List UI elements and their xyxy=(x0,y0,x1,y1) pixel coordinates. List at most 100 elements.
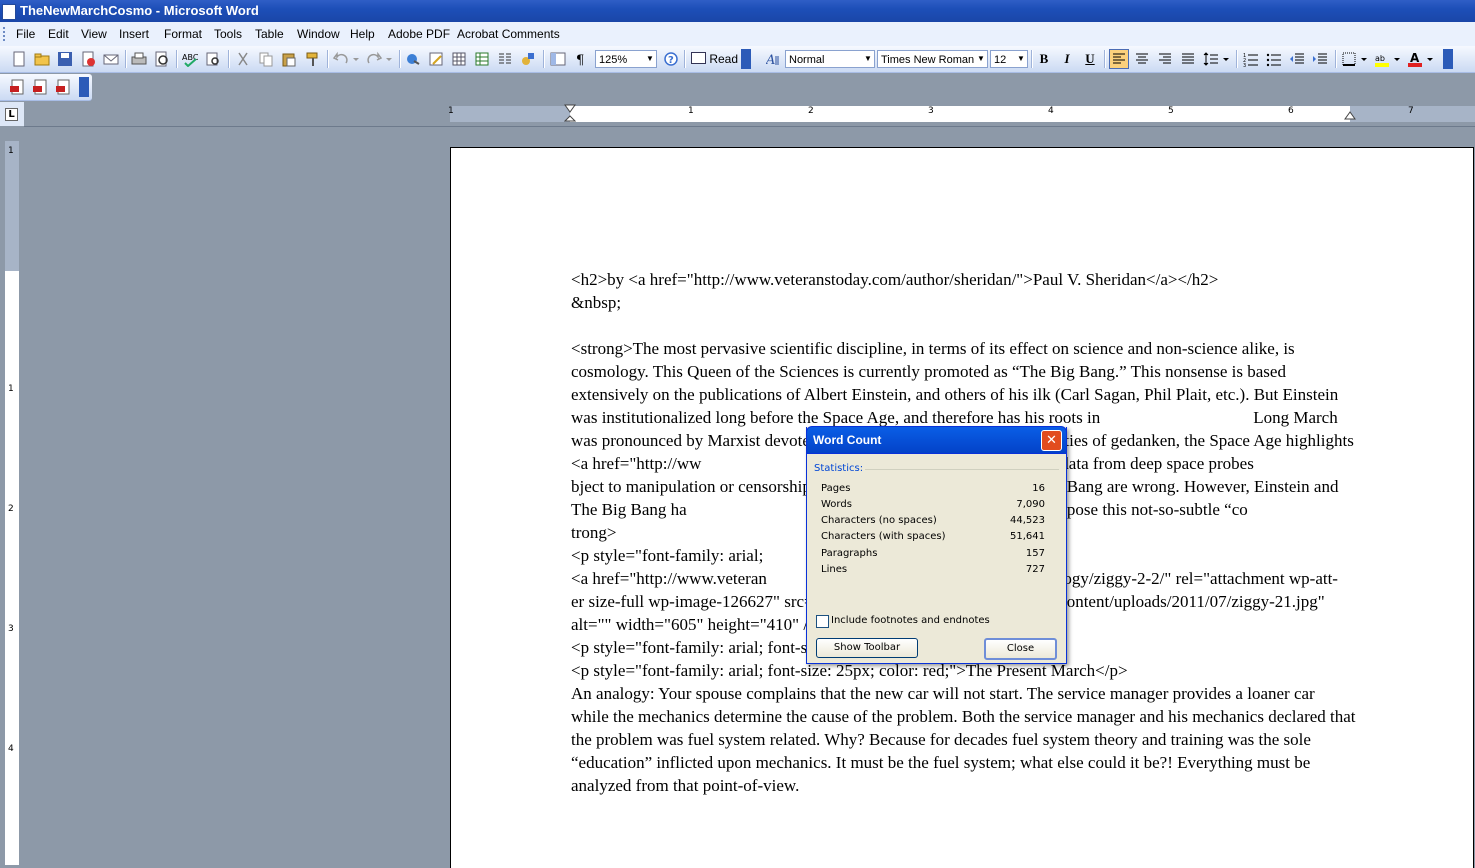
convert-to-pdf-icon[interactable] xyxy=(10,79,26,95)
format-painter-icon[interactable] xyxy=(305,51,321,67)
chevron-down-icon[interactable]: ▼ xyxy=(975,51,987,67)
toolbar-separator xyxy=(327,50,329,68)
print-icon[interactable] xyxy=(131,51,147,67)
toolbar-separator xyxy=(125,50,127,68)
borders-dropdown-icon[interactable] xyxy=(1360,51,1368,67)
tab-selector[interactable]: L xyxy=(0,102,24,126)
window-title: TheNewMarchCosmo - Microsoft Word xyxy=(20,3,259,18)
menu-file[interactable]: File xyxy=(16,27,35,41)
line-spacing-icon[interactable] xyxy=(1203,51,1219,67)
svg-text:3: 3 xyxy=(1243,63,1246,67)
align-center-icon[interactable] xyxy=(1134,51,1150,67)
pdf-review-icon[interactable] xyxy=(56,79,72,95)
help-icon[interactable]: ? xyxy=(663,51,679,67)
insert-hyperlink-icon[interactable] xyxy=(405,51,421,67)
toolbar-options-icon[interactable] xyxy=(1443,49,1453,69)
font-combo[interactable]: Times New Roman ▼ xyxy=(877,50,988,68)
read-mode-button[interactable]: Read xyxy=(691,51,739,67)
read-mode-label: Read xyxy=(709,52,739,66)
bold-button[interactable]: B xyxy=(1035,51,1053,67)
font-color-icon[interactable]: A xyxy=(1407,51,1423,67)
stat-row-pages: Pages 16 xyxy=(821,483,1045,494)
italic-button[interactable]: I xyxy=(1058,51,1076,67)
align-right-icon[interactable] xyxy=(1157,51,1173,67)
menu-acrobat-comments[interactable]: Acrobat Comments xyxy=(457,27,560,41)
vertical-ruler[interactable]: 1 1 2 3 4 xyxy=(0,126,24,865)
close-button[interactable]: Close xyxy=(984,638,1057,660)
chevron-down-icon[interactable]: ▼ xyxy=(862,51,874,67)
save-icon[interactable] xyxy=(57,51,73,67)
numbering-icon[interactable]: 123 xyxy=(1243,51,1259,69)
undo-icon[interactable] xyxy=(332,51,349,67)
tab-left-icon: L xyxy=(5,108,18,121)
email-icon[interactable] xyxy=(103,51,119,67)
highlight-icon[interactable]: ab xyxy=(1374,51,1390,67)
spelling-grammar-icon[interactable]: ABC xyxy=(182,51,199,68)
increase-indent-icon[interactable] xyxy=(1312,51,1328,67)
insert-table-icon[interactable] xyxy=(451,51,467,67)
undo-dropdown-icon[interactable] xyxy=(352,51,360,67)
menu-format[interactable]: Format xyxy=(164,27,202,41)
print-preview-icon[interactable] xyxy=(154,51,170,67)
close-icon[interactable]: ✕ xyxy=(1041,430,1062,451)
pdf-email-icon[interactable] xyxy=(33,79,49,95)
drawing-icon[interactable] xyxy=(520,51,536,67)
redo-icon[interactable] xyxy=(366,51,383,67)
document-map-icon[interactable] xyxy=(550,51,566,67)
toolbar-separator xyxy=(1104,50,1106,68)
research-icon[interactable] xyxy=(205,51,221,67)
menu-table[interactable]: Table xyxy=(255,27,284,41)
style-combo[interactable]: Normal ▼ xyxy=(785,50,875,68)
menu-insert[interactable]: Insert xyxy=(119,27,149,41)
svg-text:ab: ab xyxy=(1375,54,1385,63)
paste-icon[interactable] xyxy=(281,51,297,67)
insert-excel-icon[interactable] xyxy=(474,51,490,67)
ruler-number: 2 xyxy=(808,106,814,116)
menu-view[interactable]: View xyxy=(81,27,107,41)
borders-icon[interactable] xyxy=(1341,51,1357,67)
underline-button[interactable]: U xyxy=(1081,51,1099,67)
highlight-dropdown-icon[interactable] xyxy=(1393,51,1401,67)
toolbar-options-icon[interactable] xyxy=(79,77,89,97)
menu-window[interactable]: Window xyxy=(297,27,340,41)
stat-value: 727 xyxy=(1025,564,1045,575)
show-hide-pilcrow-icon[interactable]: ¶ xyxy=(573,51,589,68)
horizontal-ruler[interactable]: 1 1 2 3 4 5 6 7 xyxy=(24,102,1475,127)
menu-help[interactable]: Help xyxy=(350,27,375,41)
line-spacing-dropdown-icon[interactable] xyxy=(1222,51,1230,67)
toolbar-separator xyxy=(176,50,178,68)
styles-formatting-icon[interactable]: A xyxy=(765,51,782,68)
menu-grip-handle[interactable] xyxy=(3,27,8,41)
stat-row-chars-with-spaces: Characters (with spaces) 51,641 xyxy=(821,531,1045,542)
menu-tools[interactable]: Tools xyxy=(214,27,242,41)
menu-adobe-pdf[interactable]: Adobe PDF xyxy=(388,27,450,41)
chevron-down-icon[interactable]: ▼ xyxy=(644,51,656,67)
right-indent-marker-icon[interactable] xyxy=(1344,110,1356,122)
word-app-icon[interactable] xyxy=(2,4,16,20)
chevron-down-icon[interactable]: ▼ xyxy=(1015,51,1027,67)
font-size-combo[interactable]: 12 ▼ xyxy=(990,50,1028,68)
justify-icon[interactable] xyxy=(1180,51,1196,67)
include-footnotes-checkbox[interactable] xyxy=(816,615,829,628)
toolbar-separator xyxy=(1031,50,1033,68)
font-color-dropdown-icon[interactable] xyxy=(1426,51,1434,67)
toolbar-options-icon[interactable] xyxy=(741,49,751,69)
cut-icon[interactable] xyxy=(235,51,251,67)
copy-icon[interactable] xyxy=(258,51,274,67)
zoom-combo[interactable]: 125% ▼ xyxy=(595,50,657,68)
columns-icon[interactable] xyxy=(497,51,513,67)
include-footnotes-label[interactable]: Include footnotes and endnotes xyxy=(831,615,990,626)
align-left-icon[interactable] xyxy=(1109,49,1129,69)
indent-marker-icon[interactable] xyxy=(564,104,576,124)
dialog-title-bar[interactable]: Word Count ✕ xyxy=(806,426,1067,454)
show-toolbar-button[interactable]: Show Toolbar xyxy=(816,638,918,658)
tables-borders-icon[interactable] xyxy=(428,51,444,67)
decrease-indent-icon[interactable] xyxy=(1289,51,1305,67)
permission-icon[interactable] xyxy=(80,51,96,67)
redo-dropdown-icon[interactable] xyxy=(385,51,393,67)
new-document-icon[interactable] xyxy=(11,51,27,67)
open-folder-icon[interactable] xyxy=(34,51,50,67)
ruler-number: 1 xyxy=(8,146,14,156)
menu-edit[interactable]: Edit xyxy=(48,27,69,41)
bullets-icon[interactable] xyxy=(1266,51,1282,67)
